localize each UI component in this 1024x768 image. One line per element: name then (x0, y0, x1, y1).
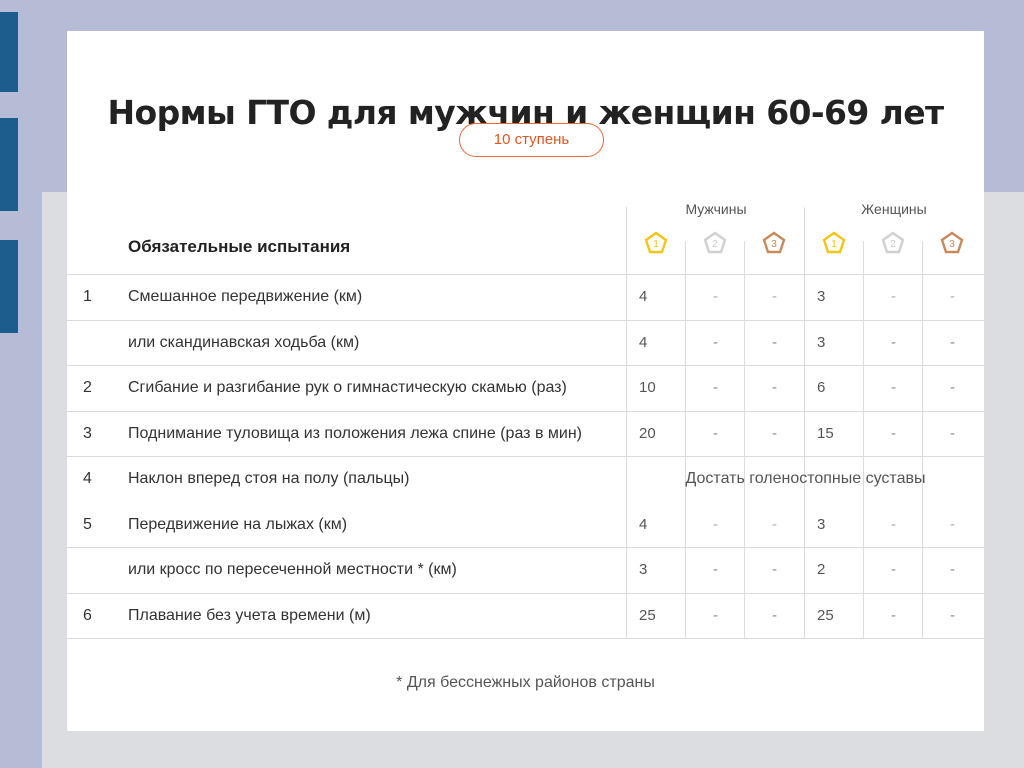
table-cell: - (713, 606, 718, 624)
table-cell: - (950, 288, 955, 305)
test-name: Смешанное передвижение (км) (128, 288, 363, 305)
row-number: 2 (83, 379, 92, 396)
table-cell: - (772, 515, 777, 533)
table-cell: - (950, 515, 955, 533)
table-cell: - (891, 606, 896, 624)
row-number: 6 (83, 606, 92, 624)
table-row: 4 Наклон вперед стоя на полу (пальцы) Дост… (67, 456, 984, 501)
table-row: 3 Поднимание туловища из положения лежа с… (67, 411, 984, 456)
footnote: * Для бесснежных районов страны (396, 674, 655, 691)
row-number: 4 (83, 470, 92, 487)
table-cell: - (891, 424, 896, 442)
svg-text:2: 2 (890, 239, 896, 250)
table-cell: - (950, 333, 955, 351)
table-cell: - (713, 515, 718, 533)
test-name: Поднимание туловища из положения лежа сп… (128, 424, 582, 442)
side-accent-bar (0, 12, 18, 92)
table-cell: - (891, 379, 896, 396)
table-cell: - (713, 288, 718, 305)
table-cell: - (950, 561, 955, 578)
group-label-men: Мужчины (685, 201, 747, 217)
row-divider (67, 638, 984, 639)
side-accent-bar (0, 118, 18, 211)
table-cell: - (772, 288, 777, 305)
merged-requirement: Достать голеностопные суставы (685, 470, 926, 487)
table-cell: - (713, 424, 718, 442)
svg-text:1: 1 (831, 239, 837, 250)
svg-text:3: 3 (771, 239, 777, 250)
test-name: Плавание без учета времени (м) (128, 606, 371, 624)
table-row: 2 Сгибание и разгибание рук о гимнастичес… (67, 365, 984, 410)
medal-gold-icon: 1 (644, 231, 668, 255)
table-cell: - (713, 333, 718, 351)
row-number: 3 (83, 424, 92, 442)
table-cell: - (891, 288, 896, 305)
medal-silver-icon: 2 (703, 231, 727, 255)
table-row: 1 Смешанное передвижение (км) 4- -3- - (67, 274, 984, 319)
slide: Нормы ГТО для мужчин и женщин 60-69 лет … (67, 31, 984, 731)
medal-gold-icon: 1 (822, 231, 846, 255)
table-cell: - (772, 561, 777, 578)
side-accent-bar (0, 240, 18, 333)
table-cell: - (950, 379, 955, 396)
medal-bronze-icon: 3 (940, 231, 964, 255)
test-name: Сгибание и разгибание рук о гимнастическ… (128, 379, 567, 396)
row-number: 5 (83, 515, 92, 533)
svg-text:2: 2 (712, 239, 718, 250)
medal-silver-icon: 2 (881, 231, 905, 255)
test-name: Передвижение на лыжах (км) (128, 515, 348, 533)
svg-text:3: 3 (949, 239, 955, 250)
table-cell: - (950, 606, 955, 624)
table-cell: - (891, 515, 896, 533)
table-cell: - (713, 561, 718, 578)
stage-badge: 10 ступень (459, 123, 604, 157)
table-row: 5 Передвижение на лыжах (км) 4- -3- - (67, 502, 984, 547)
section-heading: Обязательные испытания (128, 237, 351, 256)
table-row: 6 Плавание без учета времени (м) 25- -25- - (67, 593, 984, 638)
table-cell: - (950, 424, 955, 442)
table-cell: - (772, 379, 777, 396)
test-name: Наклон вперед стоя на полу (пальцы) (128, 470, 410, 487)
test-name: или скандинавская ходьба (км) (128, 333, 360, 351)
table-row: или кросс по пересеченной местности * (к… (67, 547, 984, 592)
group-label-women: Женщины (861, 201, 927, 217)
table-cell: - (713, 379, 718, 396)
medal-bronze-icon: 3 (762, 231, 786, 255)
table-row: или скандинавская ходьба (км) 4- -3- - (67, 320, 984, 365)
table-cell: - (772, 424, 777, 442)
table-cell: - (772, 606, 777, 624)
table-cell: - (891, 333, 896, 351)
test-name: или кросс по пересеченной местности * (к… (128, 561, 457, 578)
table-cell: - (891, 561, 896, 578)
row-number: 1 (83, 288, 92, 305)
table-cell: - (772, 333, 777, 351)
svg-text:1: 1 (653, 239, 659, 250)
